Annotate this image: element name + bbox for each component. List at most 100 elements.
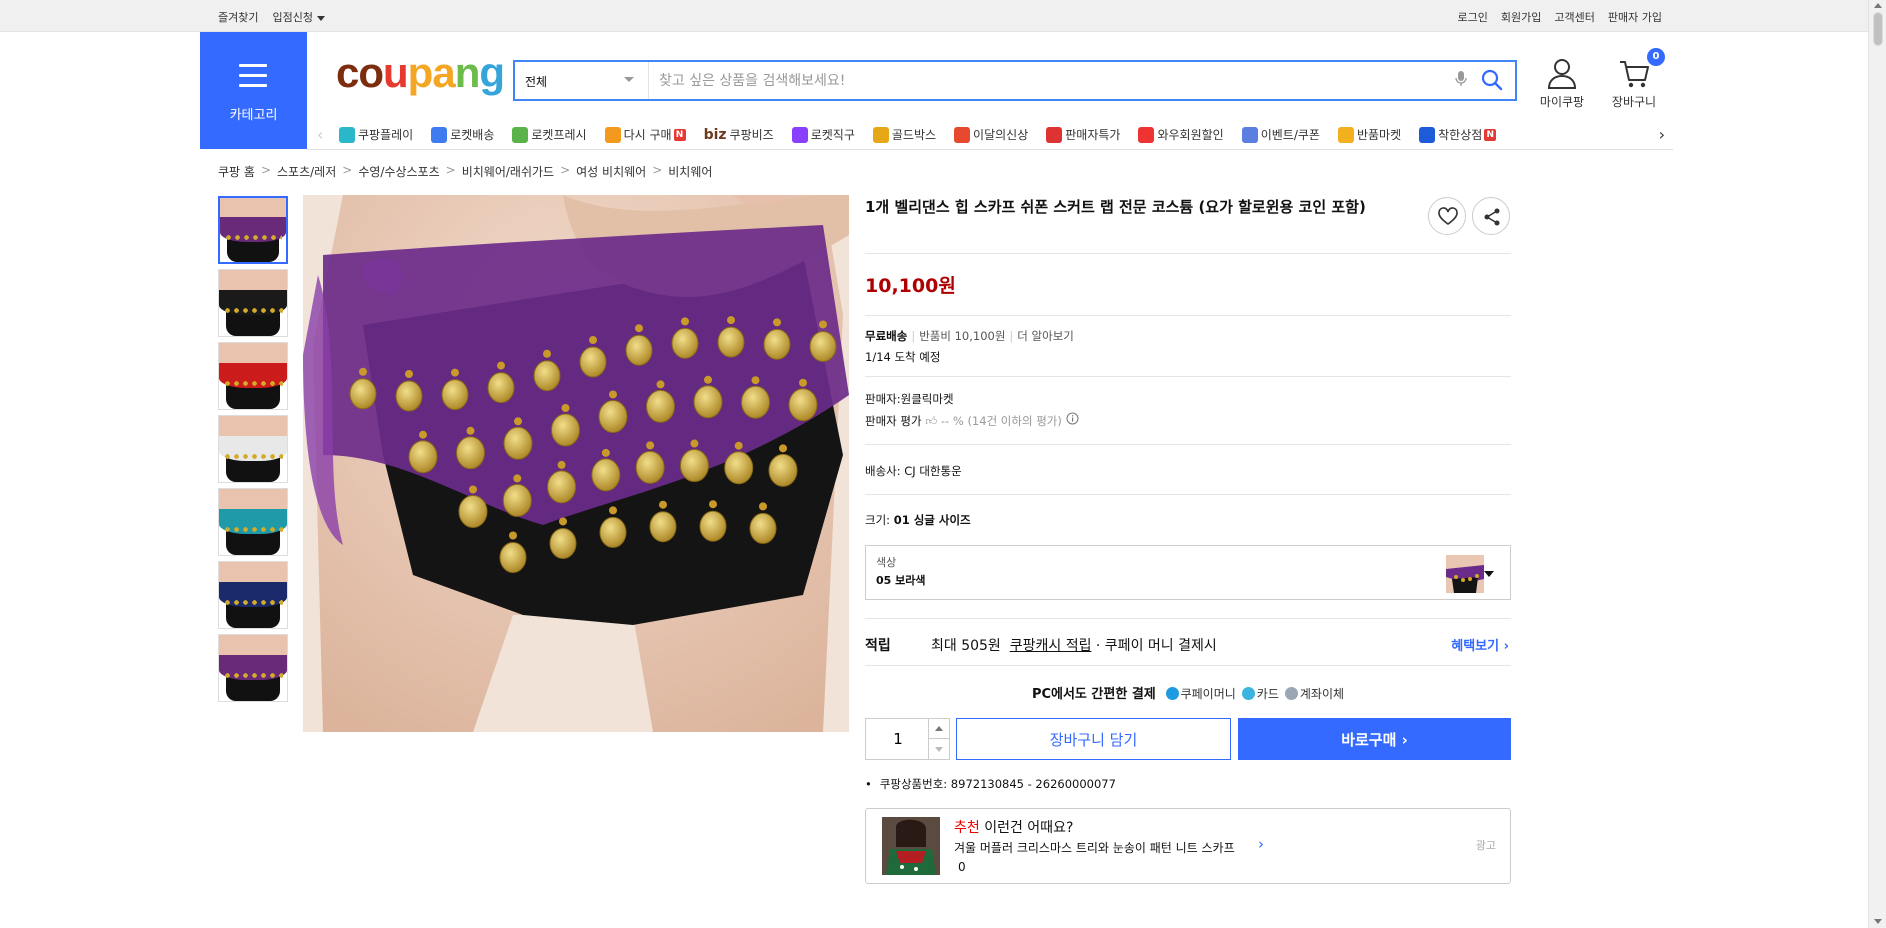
recommend-item-image [882, 817, 940, 875]
hamburger-icon [239, 64, 267, 87]
coupang-logo[interactable]: coupang [336, 49, 505, 96]
search-icon[interactable] [1481, 69, 1503, 94]
scrollbar-thumb[interactable] [1873, 12, 1883, 46]
play-icon [339, 126, 355, 143]
logo-part: pa [407, 49, 456, 96]
rocket-fresh-icon [512, 126, 529, 143]
product-thumbnail[interactable] [218, 561, 288, 629]
seller-rating: 판매자 평가 👍︎ -- % (14건 이하의 평가) [865, 412, 1079, 429]
breadcrumb-item[interactable]: 수영/수상스포츠 [358, 163, 439, 180]
product-main-image[interactable] [303, 195, 849, 732]
quantity-stepper [865, 718, 950, 760]
login-link[interactable]: 로그인 [1458, 9, 1488, 25]
favorites-link[interactable]: 즐겨찾기 [218, 9, 258, 25]
catnav-item-label: 로켓직구 [810, 128, 855, 142]
courier-info: 배송사: CJ 대한통운 [865, 463, 962, 479]
recommend-item-name: 겨울 머플러 크리스마스 트리와 눈송이 패턴 니트 스카프 [954, 841, 1235, 855]
divider [865, 618, 1511, 619]
product-title: 1개 벨리댄스 힙 스카프 쉬폰 스커트 랩 전문 코스튬 (요가 할로윈용 코… [865, 198, 1366, 216]
microphone-icon[interactable] [1455, 70, 1467, 91]
signup-link[interactable]: 회원가입 [1501, 9, 1541, 25]
scroll-up-icon[interactable] [1874, 3, 1882, 8]
shipping-info: 무료배송 | 반품비 10,100원 | 더 알아보기 [865, 329, 1074, 343]
logo-part: g [479, 49, 505, 96]
catnav-item-2[interactable]: 로켓프레시 [512, 126, 587, 143]
logo-part: co [336, 49, 384, 96]
catnav-item-10[interactable]: 이벤트/쿠폰 [1241, 126, 1320, 143]
catnav-item-11[interactable]: 반품마켓 [1337, 126, 1401, 143]
color-label: 색상 [876, 556, 897, 569]
seller-signup-link[interactable]: 판매자 가입 [1608, 9, 1662, 25]
share-button[interactable] [1472, 197, 1510, 235]
scroll-down-icon[interactable] [1874, 919, 1882, 924]
search-input[interactable] [659, 67, 1439, 94]
learn-more-link[interactable]: 더 알아보기 [1017, 329, 1074, 343]
category-menu-button[interactable]: 카테고리 [200, 32, 307, 149]
catnav-item-9[interactable]: 와우회원할인 [1138, 126, 1224, 143]
seller-name-link[interactable]: 원클릭마켓 [901, 392, 954, 406]
catnav-item-5[interactable]: 로켓직구 [791, 126, 855, 143]
buy-now-button[interactable]: 바로구매 › [1238, 718, 1511, 760]
arrow-down-icon [935, 747, 943, 752]
product-thumbnail[interactable] [218, 634, 288, 702]
cart-label: 장바구니 [1611, 95, 1657, 109]
recommendation-ad[interactable]: 추천 이런건 어때요? 겨울 머플러 크리스마스 트리와 눈송이 패턴 니트 스… [865, 808, 1511, 884]
breadcrumb: 쿠팡 홈 > 스포츠/레저 > 수영/수상스포츠 > 비치웨어/래쉬가드 > 여성 비치웨어 > 비… [218, 163, 712, 180]
product-thumbnail[interactable] [218, 488, 288, 556]
product-thumbnail[interactable] [218, 269, 288, 337]
ad-label: 광고 [1475, 839, 1496, 852]
payment-headline: PC에서도 간편한 결제 [1031, 687, 1156, 702]
customer-center-link[interactable]: 고객센터 [1554, 9, 1594, 25]
points-text: 최대 505원 쿠팡캐시 적립 · 쿠페이 머니 결제시 [931, 635, 1217, 655]
recommend-review-count: 0 [958, 860, 966, 874]
seller-apply-menu[interactable]: 입점신청 [272, 9, 325, 25]
catnav-item-3[interactable]: 다시 구매 N [604, 126, 686, 143]
catnav-item-12[interactable]: 착한상점 N [1419, 126, 1497, 143]
cart-button[interactable]: 0 장바구니 [1608, 48, 1665, 110]
new-badge: N [1484, 128, 1497, 141]
wishlist-button[interactable] [1428, 197, 1466, 235]
catnav-item-label: 다시 구매 [623, 128, 672, 142]
catnav-item-label: 쿠팡비즈 [729, 128, 774, 142]
breadcrumb-item[interactable]: 쿠팡 홈 [218, 163, 255, 180]
product-thumbnail[interactable] [218, 342, 288, 410]
product-thumbnail[interactable] [218, 196, 288, 264]
new-badge: N [673, 128, 686, 141]
size-label: 크기: [865, 513, 891, 527]
color-option-select[interactable]: 색상 05 보라색 [865, 545, 1511, 600]
quantity-input[interactable] [866, 719, 930, 759]
chevron-left-icon[interactable]: ‹ [317, 125, 323, 144]
search-category-select[interactable]: 전체 [515, 62, 649, 99]
category-label: 카테고리 [229, 108, 278, 123]
seller-info: 판매자:원클릭마켓 [865, 391, 954, 407]
catnav-item-0[interactable]: 쿠팡플레이 [339, 126, 413, 143]
recommend-label: 추천 [954, 820, 980, 836]
catnav-item-6[interactable]: 골드박스 [872, 126, 936, 143]
catnav-item-7[interactable]: 이달의신상 [954, 126, 1028, 143]
courier-label: 배송사: [865, 464, 901, 478]
catnav-item-1[interactable]: 로켓배송 [431, 126, 494, 143]
add-to-cart-button[interactable]: 장바구니 담기 [956, 718, 1231, 760]
breadcrumb-separator-icon: > [260, 163, 271, 177]
breadcrumb-item[interactable]: 비치웨어/래쉬가드 [462, 163, 554, 180]
quantity-increase-button[interactable] [928, 719, 949, 739]
product-thumbnail[interactable] [218, 415, 288, 483]
catnav-item-4[interactable]: biz 쿠팡비즈 [704, 126, 774, 143]
quantity-decrease-button[interactable] [928, 739, 949, 759]
coupay-icon [1165, 687, 1179, 700]
chevron-right-icon[interactable]: › [1258, 835, 1264, 853]
chevron-right-icon[interactable]: › [1659, 125, 1665, 144]
color-swatch-image [1446, 555, 1484, 593]
coupang-cash-link[interactable]: 쿠팡캐시 적립 [1010, 638, 1092, 654]
divider [865, 665, 1511, 666]
info-icon[interactable] [1066, 412, 1079, 428]
breadcrumb-item[interactable]: 스포츠/레저 [277, 163, 336, 180]
search-bar: 전체 [513, 60, 1517, 101]
breadcrumb-item[interactable]: 여성 비치웨어 [576, 163, 646, 180]
breadcrumb-item[interactable]: 비치웨어 [668, 163, 712, 180]
breadcrumb-separator-icon: > [560, 163, 571, 177]
catnav-item-8[interactable]: 판매자특가 [1046, 126, 1120, 143]
mycoupang-button[interactable]: 마이쿠팡 [1532, 58, 1592, 110]
page-scrollbar[interactable] [1868, 0, 1886, 928]
benefit-link[interactable]: 혜택보기 › [1451, 635, 1509, 654]
